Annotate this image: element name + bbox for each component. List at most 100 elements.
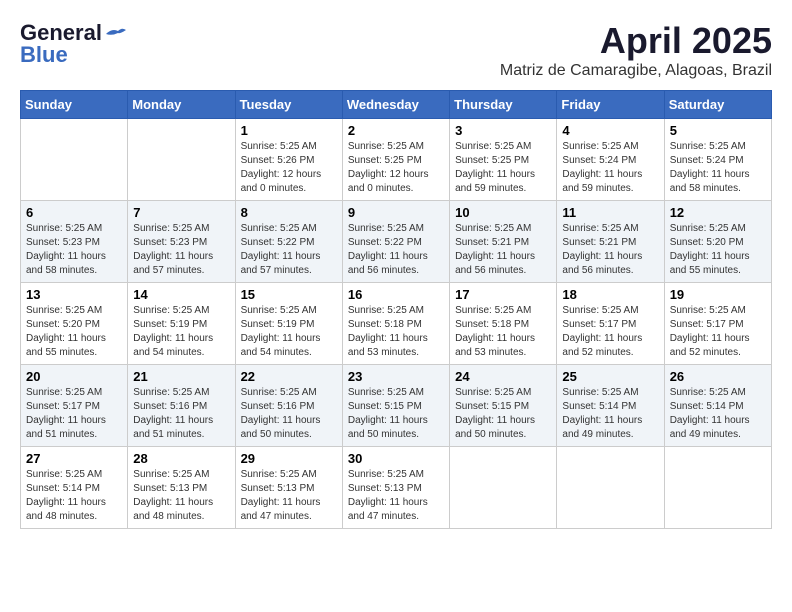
weekday-header-sunday: Sunday bbox=[21, 91, 128, 119]
logo: General Blue bbox=[20, 20, 126, 68]
day-info: Sunrise: 5:25 AM Sunset: 5:17 PM Dayligh… bbox=[670, 304, 766, 360]
day-number: 11 bbox=[562, 205, 658, 220]
day-cell: 1Sunrise: 5:25 AM Sunset: 5:26 PM Daylig… bbox=[235, 119, 342, 201]
day-number: 10 bbox=[455, 205, 551, 220]
week-row-3: 13 Sunrise: 5:25 AM Sunset: 5:20 PM Dayli… bbox=[21, 283, 772, 365]
day-cell: 23Sunrise: 5:25 AM Sunset: 5:15 PM Dayli… bbox=[342, 365, 449, 447]
day-number: 7 bbox=[133, 205, 229, 220]
day-info: Sunrise: 5:25 AM Sunset: 5:24 PM Dayligh… bbox=[562, 140, 658, 196]
day-cell: 26 Sunrise: 5:25 AM Sunset: 5:14 PM Dayli… bbox=[664, 365, 771, 447]
day-info: Sunrise: 5:25 AM Sunset: 5:18 PM Dayligh… bbox=[455, 304, 551, 360]
day-cell: 14Sunrise: 5:25 AM Sunset: 5:19 PM Dayli… bbox=[128, 283, 235, 365]
day-cell: 10 Sunrise: 5:25 AM Sunset: 5:21 PM Dayli… bbox=[450, 201, 557, 283]
day-cell: 18Sunrise: 5:25 AM Sunset: 5:17 PM Dayli… bbox=[557, 283, 664, 365]
day-info: Sunrise: 5:25 AM Sunset: 5:22 PM Dayligh… bbox=[348, 222, 444, 278]
day-number: 4 bbox=[562, 123, 658, 138]
week-row-4: 20 Sunrise: 5:25 AM Sunset: 5:17 PM Dayli… bbox=[21, 365, 772, 447]
day-cell: 13 Sunrise: 5:25 AM Sunset: 5:20 PM Dayli… bbox=[21, 283, 128, 365]
day-info: Sunrise: 5:25 AM Sunset: 5:23 PM Dayligh… bbox=[26, 222, 122, 278]
day-number: 24 bbox=[455, 369, 551, 384]
day-number: 15 bbox=[241, 287, 337, 302]
day-number: 23 bbox=[348, 369, 444, 384]
day-number: 29 bbox=[241, 451, 337, 466]
day-cell: 21Sunrise: 5:25 AM Sunset: 5:16 PM Dayli… bbox=[128, 365, 235, 447]
day-cell: 16 Sunrise: 5:25 AM Sunset: 5:18 PM Dayli… bbox=[342, 283, 449, 365]
day-info: Sunrise: 5:25 AM Sunset: 5:21 PM Dayligh… bbox=[455, 222, 551, 278]
day-number: 16 bbox=[348, 287, 444, 302]
day-number: 20 bbox=[26, 369, 122, 384]
day-cell: 9 Sunrise: 5:25 AM Sunset: 5:22 PM Daylig… bbox=[342, 201, 449, 283]
weekday-header-row: SundayMondayTuesdayWednesdayThursdayFrid… bbox=[21, 91, 772, 119]
weekday-header-saturday: Saturday bbox=[664, 91, 771, 119]
day-cell: 27 Sunrise: 5:25 AM Sunset: 5:14 PM Dayli… bbox=[21, 447, 128, 529]
day-number: 19 bbox=[670, 287, 766, 302]
day-cell bbox=[664, 447, 771, 529]
day-cell: 6Sunrise: 5:25 AM Sunset: 5:23 PM Daylig… bbox=[21, 201, 128, 283]
day-number: 2 bbox=[348, 123, 444, 138]
day-cell: 22Sunrise: 5:25 AM Sunset: 5:16 PM Dayli… bbox=[235, 365, 342, 447]
day-cell: 4 Sunrise: 5:25 AM Sunset: 5:24 PM Daylig… bbox=[557, 119, 664, 201]
day-info: Sunrise: 5:25 AM Sunset: 5:17 PM Dayligh… bbox=[26, 386, 122, 442]
day-number: 13 bbox=[26, 287, 122, 302]
day-cell: 30 Sunrise: 5:25 AM Sunset: 5:13 PM Dayli… bbox=[342, 447, 449, 529]
day-number: 22 bbox=[241, 369, 337, 384]
day-cell: 5 Sunrise: 5:25 AM Sunset: 5:24 PM Daylig… bbox=[664, 119, 771, 201]
day-cell: 28Sunrise: 5:25 AM Sunset: 5:13 PM Dayli… bbox=[128, 447, 235, 529]
weekday-header-monday: Monday bbox=[128, 91, 235, 119]
day-info: Sunrise: 5:25 AM Sunset: 5:13 PM Dayligh… bbox=[348, 468, 444, 524]
weekday-header-wednesday: Wednesday bbox=[342, 91, 449, 119]
day-info: Sunrise: 5:25 AM Sunset: 5:15 PM Dayligh… bbox=[455, 386, 551, 442]
calendar-table: SundayMondayTuesdayWednesdayThursdayFrid… bbox=[20, 90, 772, 529]
day-number: 17 bbox=[455, 287, 551, 302]
day-number: 5 bbox=[670, 123, 766, 138]
day-cell: 8 Sunrise: 5:25 AM Sunset: 5:22 PM Daylig… bbox=[235, 201, 342, 283]
day-cell: 11Sunrise: 5:25 AM Sunset: 5:21 PM Dayli… bbox=[557, 201, 664, 283]
logo-blue: Blue bbox=[20, 42, 68, 68]
day-cell bbox=[450, 447, 557, 529]
weekday-header-thursday: Thursday bbox=[450, 91, 557, 119]
day-cell: 15 Sunrise: 5:25 AM Sunset: 5:19 PM Dayli… bbox=[235, 283, 342, 365]
day-cell: 29Sunrise: 5:25 AM Sunset: 5:13 PM Dayli… bbox=[235, 447, 342, 529]
day-number: 12 bbox=[670, 205, 766, 220]
day-info: Sunrise: 5:25 AM Sunset: 5:22 PM Dayligh… bbox=[241, 222, 337, 278]
week-row-5: 27 Sunrise: 5:25 AM Sunset: 5:14 PM Dayli… bbox=[21, 447, 772, 529]
day-info: Sunrise: 5:25 AM Sunset: 5:18 PM Dayligh… bbox=[348, 304, 444, 360]
logo-bird-icon bbox=[104, 26, 126, 42]
day-number: 14 bbox=[133, 287, 229, 302]
day-info: Sunrise: 5:25 AM Sunset: 5:20 PM Dayligh… bbox=[26, 304, 122, 360]
day-info: Sunrise: 5:25 AM Sunset: 5:14 PM Dayligh… bbox=[562, 386, 658, 442]
day-number: 9 bbox=[348, 205, 444, 220]
weekday-header-friday: Friday bbox=[557, 91, 664, 119]
location-title: Matriz de Camaragibe, Alagoas, Brazil bbox=[500, 62, 772, 80]
day-number: 30 bbox=[348, 451, 444, 466]
day-cell: 3Sunrise: 5:25 AM Sunset: 5:25 PM Daylig… bbox=[450, 119, 557, 201]
day-number: 26 bbox=[670, 369, 766, 384]
day-info: Sunrise: 5:25 AM Sunset: 5:14 PM Dayligh… bbox=[26, 468, 122, 524]
day-cell: 24 Sunrise: 5:25 AM Sunset: 5:15 PM Dayli… bbox=[450, 365, 557, 447]
day-info: Sunrise: 5:25 AM Sunset: 5:24 PM Dayligh… bbox=[670, 140, 766, 196]
day-cell: 2Sunrise: 5:25 AM Sunset: 5:25 PM Daylig… bbox=[342, 119, 449, 201]
day-cell: 7 Sunrise: 5:25 AM Sunset: 5:23 PM Daylig… bbox=[128, 201, 235, 283]
day-info: Sunrise: 5:25 AM Sunset: 5:20 PM Dayligh… bbox=[670, 222, 766, 278]
day-number: 21 bbox=[133, 369, 229, 384]
weekday-header-tuesday: Tuesday bbox=[235, 91, 342, 119]
title-area: April 2025 Matriz de Camaragibe, Alagoas… bbox=[500, 20, 772, 80]
day-info: Sunrise: 5:25 AM Sunset: 5:25 PM Dayligh… bbox=[455, 140, 551, 196]
day-number: 8 bbox=[241, 205, 337, 220]
week-row-2: 6Sunrise: 5:25 AM Sunset: 5:23 PM Daylig… bbox=[21, 201, 772, 283]
month-title: April 2025 bbox=[500, 20, 772, 62]
day-number: 28 bbox=[133, 451, 229, 466]
day-number: 27 bbox=[26, 451, 122, 466]
day-info: Sunrise: 5:25 AM Sunset: 5:26 PM Dayligh… bbox=[241, 140, 337, 196]
day-cell: 19 Sunrise: 5:25 AM Sunset: 5:17 PM Dayli… bbox=[664, 283, 771, 365]
day-cell bbox=[557, 447, 664, 529]
day-info: Sunrise: 5:25 AM Sunset: 5:17 PM Dayligh… bbox=[562, 304, 658, 360]
day-number: 25 bbox=[562, 369, 658, 384]
day-cell bbox=[21, 119, 128, 201]
day-cell: 17 Sunrise: 5:25 AM Sunset: 5:18 PM Dayli… bbox=[450, 283, 557, 365]
day-info: Sunrise: 5:25 AM Sunset: 5:19 PM Dayligh… bbox=[241, 304, 337, 360]
day-info: Sunrise: 5:25 AM Sunset: 5:23 PM Dayligh… bbox=[133, 222, 229, 278]
day-info: Sunrise: 5:25 AM Sunset: 5:14 PM Dayligh… bbox=[670, 386, 766, 442]
day-cell: 25 Sunrise: 5:25 AM Sunset: 5:14 PM Dayli… bbox=[557, 365, 664, 447]
day-cell bbox=[128, 119, 235, 201]
